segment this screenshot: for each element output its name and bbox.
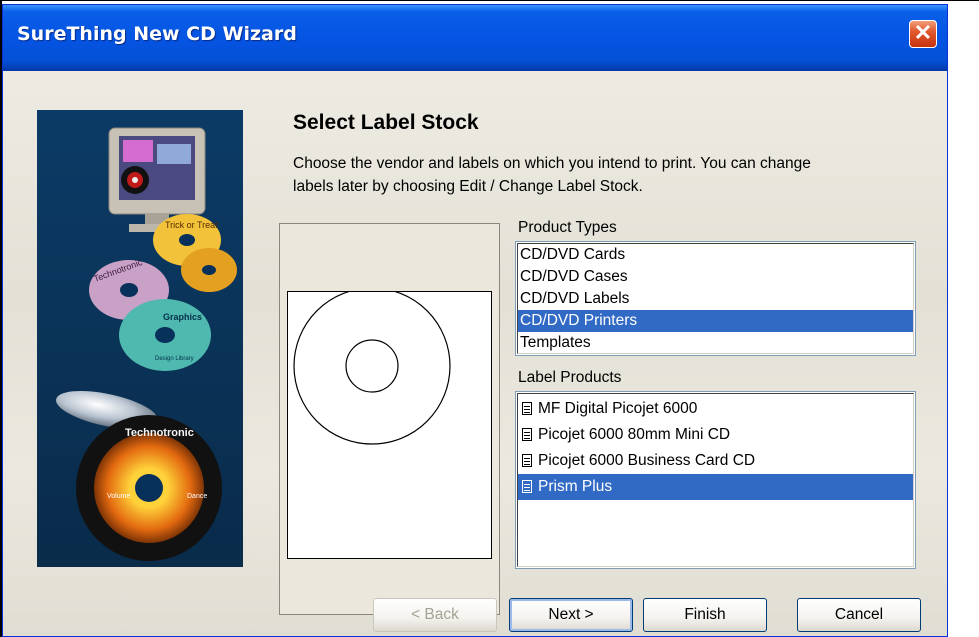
label-product-item[interactable]: Picojet 6000 80mm Mini CD bbox=[518, 422, 913, 448]
label-product-text: Picojet 6000 80mm Mini CD bbox=[538, 426, 731, 443]
close-button[interactable]: ✕ bbox=[909, 20, 937, 48]
cd-label-outline bbox=[293, 287, 451, 445]
cd-text-technotronic-bottom: Technotronic bbox=[125, 427, 194, 439]
close-icon: ✕ bbox=[913, 20, 933, 45]
cd-collage-illustration: Trick or Treat Technotronic Graphics Des… bbox=[37, 110, 243, 567]
cancel-button[interactable]: Cancel bbox=[797, 598, 921, 632]
finish-button-label: Finish bbox=[684, 606, 726, 623]
label-products-label: Label Products bbox=[518, 369, 622, 386]
product-type-item[interactable]: Templates bbox=[518, 332, 913, 354]
label-product-text: Prism Plus bbox=[538, 478, 613, 495]
next-button-label: Next > bbox=[548, 606, 594, 623]
label-sheet-icon bbox=[522, 454, 532, 467]
product-type-item[interactable]: CD/DVD Cards bbox=[518, 244, 913, 266]
cd-text-volume: Volume bbox=[107, 493, 130, 500]
label-product-text: MF Digital Picojet 6000 bbox=[538, 400, 698, 417]
label-sheet-icon bbox=[522, 402, 532, 415]
label-product-item[interactable]: MF Digital Picojet 6000 bbox=[518, 396, 913, 422]
page-heading: Select Label Stock bbox=[293, 111, 479, 134]
cd-text-graphics: Graphics bbox=[163, 312, 202, 322]
product-type-item[interactable]: CD/DVD Printers bbox=[518, 310, 913, 332]
wizard-side-image: Trick or Treat Technotronic Graphics Des… bbox=[37, 110, 243, 567]
title-bar[interactable]: SureThing New CD Wizard ✕ bbox=[3, 5, 947, 71]
label-products-list[interactable]: MF Digital Picojet 6000 Picojet 6000 80mm… bbox=[515, 391, 916, 569]
back-button[interactable]: < Back bbox=[373, 598, 497, 632]
label-preview-panel bbox=[279, 223, 500, 615]
product-type-item[interactable]: CD/DVD Cases bbox=[518, 266, 913, 288]
label-sheet-icon bbox=[522, 480, 532, 493]
label-product-item[interactable]: Prism Plus bbox=[518, 474, 913, 500]
product-types-label: Product Types bbox=[518, 219, 617, 236]
product-type-item[interactable]: CD/DVD Labels bbox=[518, 288, 913, 310]
next-button[interactable]: Next > bbox=[509, 598, 633, 632]
back-button-label: < Back bbox=[411, 606, 459, 623]
page-description: Choose the vendor and labels on which yo… bbox=[293, 155, 811, 195]
cd-text-trick-or-treat: Trick or Treat bbox=[165, 220, 218, 230]
cd-text-design-library: Design Library bbox=[155, 356, 194, 362]
window-title: SureThing New CD Wizard bbox=[17, 23, 297, 45]
label-product-text: Picojet 6000 Business Card CD bbox=[538, 452, 756, 469]
finish-button[interactable]: Finish bbox=[643, 598, 767, 632]
label-sheet-icon bbox=[522, 428, 532, 441]
wizard-window: SureThing New CD Wizard ✕ Trick or Treat… bbox=[2, 4, 948, 637]
cd-text-dance: Dance bbox=[187, 493, 207, 500]
label-preview-sheet bbox=[287, 287, 492, 559]
product-types-list[interactable]: CD/DVD Cards CD/DVD Cases CD/DVD Labels CD/… bbox=[515, 241, 916, 356]
label-product-item[interactable]: Picojet 6000 Business Card CD bbox=[518, 448, 913, 474]
cancel-button-label: Cancel bbox=[834, 606, 884, 623]
wizard-content: Trick or Treat Technotronic Graphics Des… bbox=[3, 71, 947, 636]
